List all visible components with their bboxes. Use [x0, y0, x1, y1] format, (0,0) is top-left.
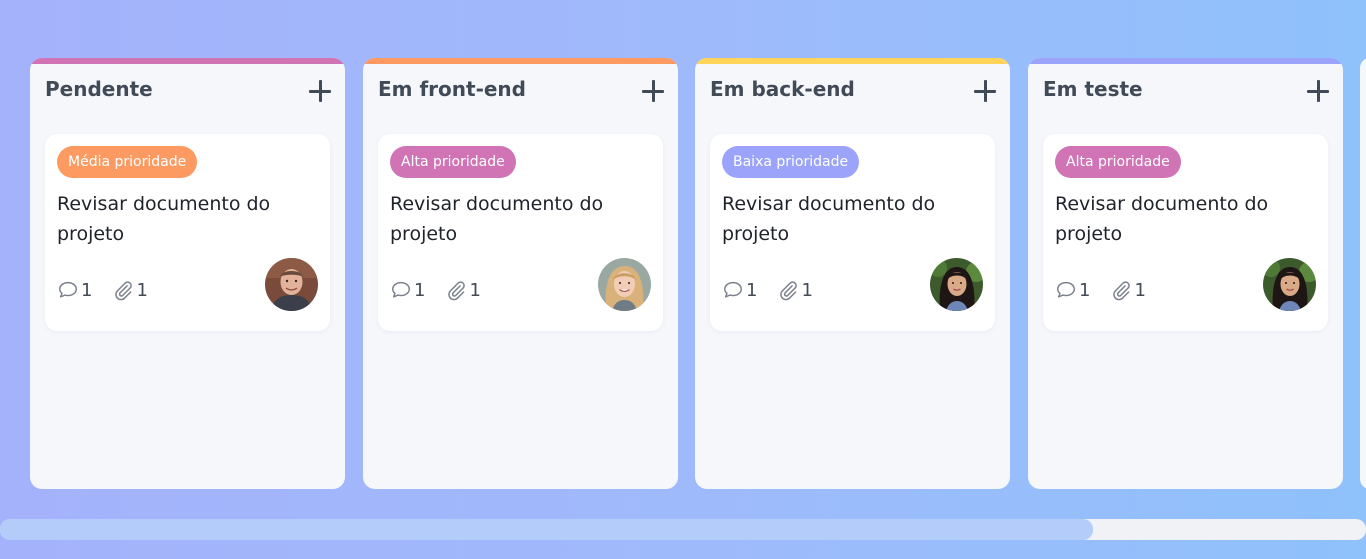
card-meta: 1 1 — [722, 279, 813, 301]
paperclip-icon — [448, 281, 466, 301]
column-title: Pendente — [45, 77, 153, 101]
comments-count[interactable]: 1 — [57, 279, 92, 301]
add-card-plus-icon[interactable] — [974, 80, 996, 102]
column-title: Em teste — [1043, 77, 1143, 101]
blonde-woman-avatar[interactable] — [598, 258, 651, 311]
man-avatar[interactable] — [265, 258, 318, 311]
priority-tag: Média prioridade — [57, 146, 198, 178]
card-title: Revisar documento do projeto — [390, 193, 604, 245]
paperclip-icon — [1113, 281, 1131, 301]
priority-tag: Alta prioridade — [390, 146, 516, 178]
column-em-back-end: Em back-end Baixa prioridade Revisar doc… — [695, 58, 1010, 489]
task-card[interactable]: Média prioridade Revisar documento do pr… — [45, 134, 330, 331]
add-card-plus-icon[interactable] — [1307, 80, 1329, 102]
comments-count[interactable]: 1 — [722, 279, 757, 301]
priority-tag: Alta prioridade — [1055, 146, 1181, 178]
column-em-teste: Em teste Alta prioridade Revisar documen… — [1028, 58, 1343, 489]
card-title: Revisar documento do projeto — [1055, 193, 1269, 245]
paperclip-icon — [115, 281, 133, 301]
column-pendente: Pendente Média prioridade Revisar docume… — [30, 58, 345, 489]
paperclip-icon — [780, 281, 798, 301]
column-color-bar — [30, 58, 345, 64]
card-meta: 1 1 — [390, 279, 481, 301]
comments-count[interactable]: 1 — [390, 279, 425, 301]
dark-hair-woman-avatar[interactable] — [930, 258, 983, 311]
column-color-bar — [695, 58, 1010, 64]
card-meta: 1 1 — [1055, 279, 1146, 301]
column-em-front-end: Em front-end Alta prioridade Revisar doc… — [363, 58, 678, 489]
column-title: Em back-end — [710, 77, 855, 101]
add-card-plus-icon[interactable] — [309, 80, 331, 102]
comment-icon — [59, 281, 77, 298]
attachments-count[interactable]: 1 — [777, 279, 813, 301]
kanban-board: Pendente Média prioridade Revisar docume… — [30, 58, 1366, 489]
add-card-plus-icon[interactable] — [642, 80, 664, 102]
task-card[interactable]: Alta prioridade Revisar documento do pro… — [1043, 134, 1328, 331]
column-partial — [1360, 58, 1366, 489]
attachments-count[interactable]: 1 — [445, 279, 481, 301]
attachments-count[interactable]: 1 — [1110, 279, 1146, 301]
column-title: Em front-end — [378, 77, 526, 101]
comment-icon — [392, 281, 410, 298]
task-card[interactable]: Alta prioridade Revisar documento do pro… — [378, 134, 663, 331]
scrollbar-thumb[interactable] — [0, 519, 1093, 540]
attachments-count[interactable]: 1 — [112, 279, 148, 301]
column-color-bar — [363, 58, 678, 64]
priority-tag: Baixa prioridade — [722, 146, 860, 178]
column-color-bar — [1028, 58, 1343, 64]
card-title: Revisar documento do projeto — [57, 193, 271, 245]
comment-icon — [724, 281, 742, 298]
card-meta: 1 1 — [57, 279, 148, 301]
card-title: Revisar documento do projeto — [722, 193, 936, 245]
task-card[interactable]: Baixa prioridade Revisar documento do pr… — [710, 134, 995, 331]
comments-count[interactable]: 1 — [1055, 279, 1090, 301]
horizontal-scrollbar[interactable] — [0, 519, 1366, 540]
dark-hair-woman-avatar[interactable] — [1263, 258, 1316, 311]
comment-icon — [1057, 281, 1075, 298]
